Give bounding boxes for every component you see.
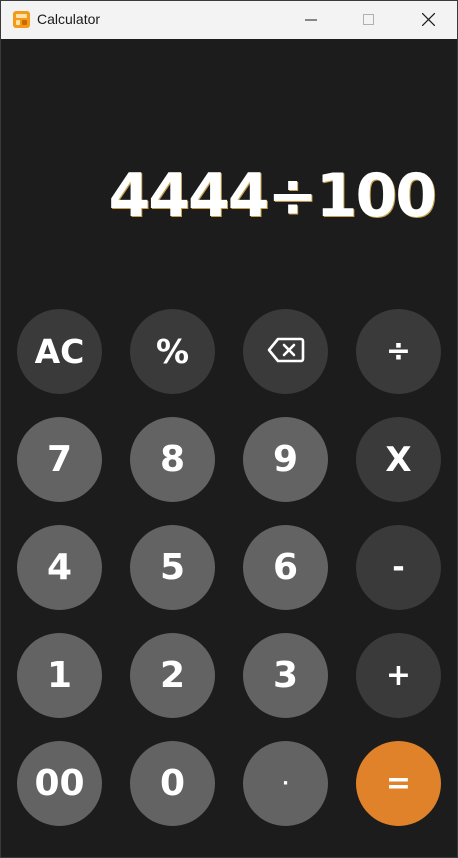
percent-button[interactable]: % xyxy=(130,309,215,394)
digit-3-button[interactable]: 3 xyxy=(243,633,328,718)
digit-6-button[interactable]: 6 xyxy=(243,525,328,610)
backspace-icon xyxy=(267,331,305,372)
minus-button[interactable]: - xyxy=(356,525,441,610)
digit-8-button[interactable]: 8 xyxy=(130,417,215,502)
minimize-button[interactable] xyxy=(288,1,334,39)
digit-9-button[interactable]: 9 xyxy=(243,417,328,502)
double-zero-button[interactable]: 00 xyxy=(17,741,102,826)
maximize-button[interactable] xyxy=(346,1,392,39)
title-bar[interactable]: Calculator xyxy=(1,1,457,39)
maximize-icon xyxy=(363,11,375,30)
multiply-button[interactable]: X xyxy=(356,417,441,502)
digit-2-button[interactable]: 2 xyxy=(130,633,215,718)
all-clear-button[interactable]: AC xyxy=(17,309,102,394)
calculator-window: Calculator 4444÷100 AC % ÷ 7 8 9 X 4 5 6… xyxy=(0,0,458,858)
digit-0-button[interactable]: 0 xyxy=(130,741,215,826)
minimize-icon xyxy=(305,11,317,30)
close-button[interactable] xyxy=(405,1,451,39)
digit-7-button[interactable]: 7 xyxy=(17,417,102,502)
divide-button[interactable]: ÷ xyxy=(356,309,441,394)
equals-button[interactable]: = xyxy=(356,741,441,826)
result-display: 4444÷100 xyxy=(108,161,437,231)
close-icon xyxy=(421,11,435,30)
calculator-icon xyxy=(13,11,30,28)
decimal-point-button[interactable]: · xyxy=(243,741,328,826)
backspace-button[interactable] xyxy=(243,309,328,394)
plus-button[interactable]: + xyxy=(356,633,441,718)
window-title: Calculator xyxy=(37,11,101,27)
digit-4-button[interactable]: 4 xyxy=(17,525,102,610)
digit-5-button[interactable]: 5 xyxy=(130,525,215,610)
digit-1-button[interactable]: 1 xyxy=(17,633,102,718)
